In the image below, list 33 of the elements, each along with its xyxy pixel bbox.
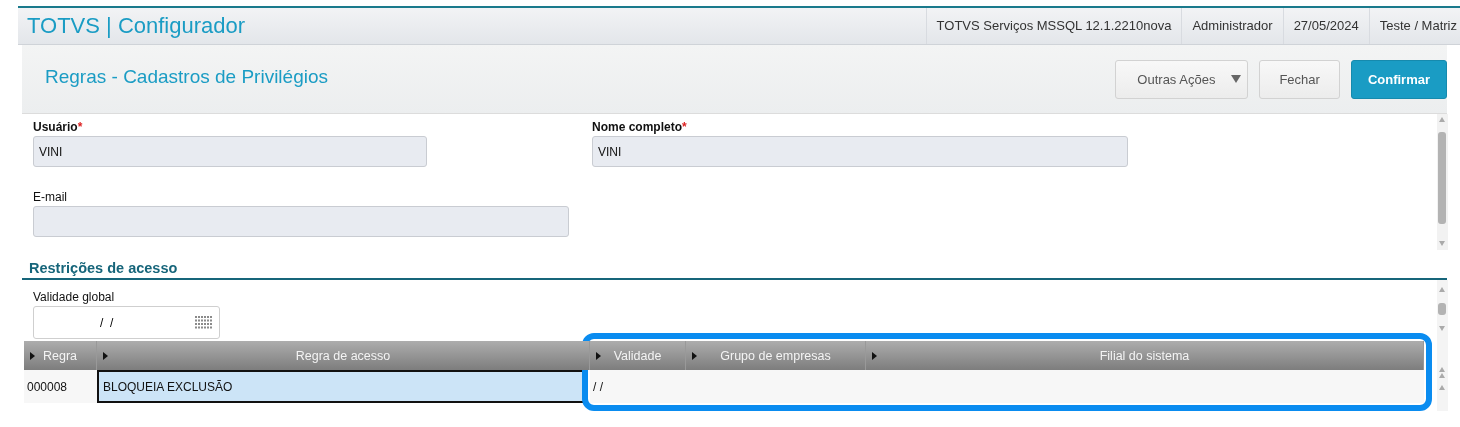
caret-icon [872, 352, 877, 360]
column-header[interactable]: Filial do sistema [866, 341, 1424, 370]
caret-icon [596, 352, 601, 360]
input-field[interactable]: VINI [592, 136, 1128, 167]
section-title: Restrições de acesso [29, 260, 179, 276]
status-item: TOTVS Serviços MSSQL 12.1.2210nova [925, 8, 1182, 44]
input-field[interactable] [33, 206, 569, 237]
field-label: Validade global [33, 290, 116, 306]
column-header[interactable]: Regra de acesso [97, 341, 590, 370]
caret-icon [103, 352, 108, 360]
field-label: Nome completo* [592, 120, 688, 136]
column-header[interactable]: Regra [24, 341, 97, 370]
caret-icon [1231, 75, 1242, 83]
status-item: Administrador [1181, 8, 1283, 44]
caret-icon [30, 352, 35, 360]
calendar-icon[interactable] [195, 315, 213, 330]
scrollbar[interactable] [1437, 114, 1448, 250]
table-cell: 000008 [24, 370, 97, 403]
date-field[interactable]: / / [33, 306, 220, 339]
field-label: Usuário* [33, 120, 84, 136]
confirm-button[interactable]: Confirmar [1350, 59, 1447, 99]
page-title: Regras - Cadastros de Privilégios [44, 66, 328, 88]
column-header[interactable]: Grupo de empresas [686, 341, 866, 370]
caret-icon [692, 352, 697, 360]
status-item: 27/05/2024 [1282, 8, 1369, 44]
column-header[interactable]: Validade [590, 341, 686, 370]
status-item: Teste / Matriz [1368, 8, 1460, 44]
field-label: E-mail [33, 190, 68, 206]
actions-dropdown[interactable]: Outras Ações [1115, 59, 1249, 99]
table-cell: / / [590, 370, 686, 403]
close-button[interactable]: Fechar [1259, 59, 1340, 99]
app-title: TOTVS | Configurador [26, 13, 246, 39]
input-field[interactable]: VINI [33, 136, 427, 167]
